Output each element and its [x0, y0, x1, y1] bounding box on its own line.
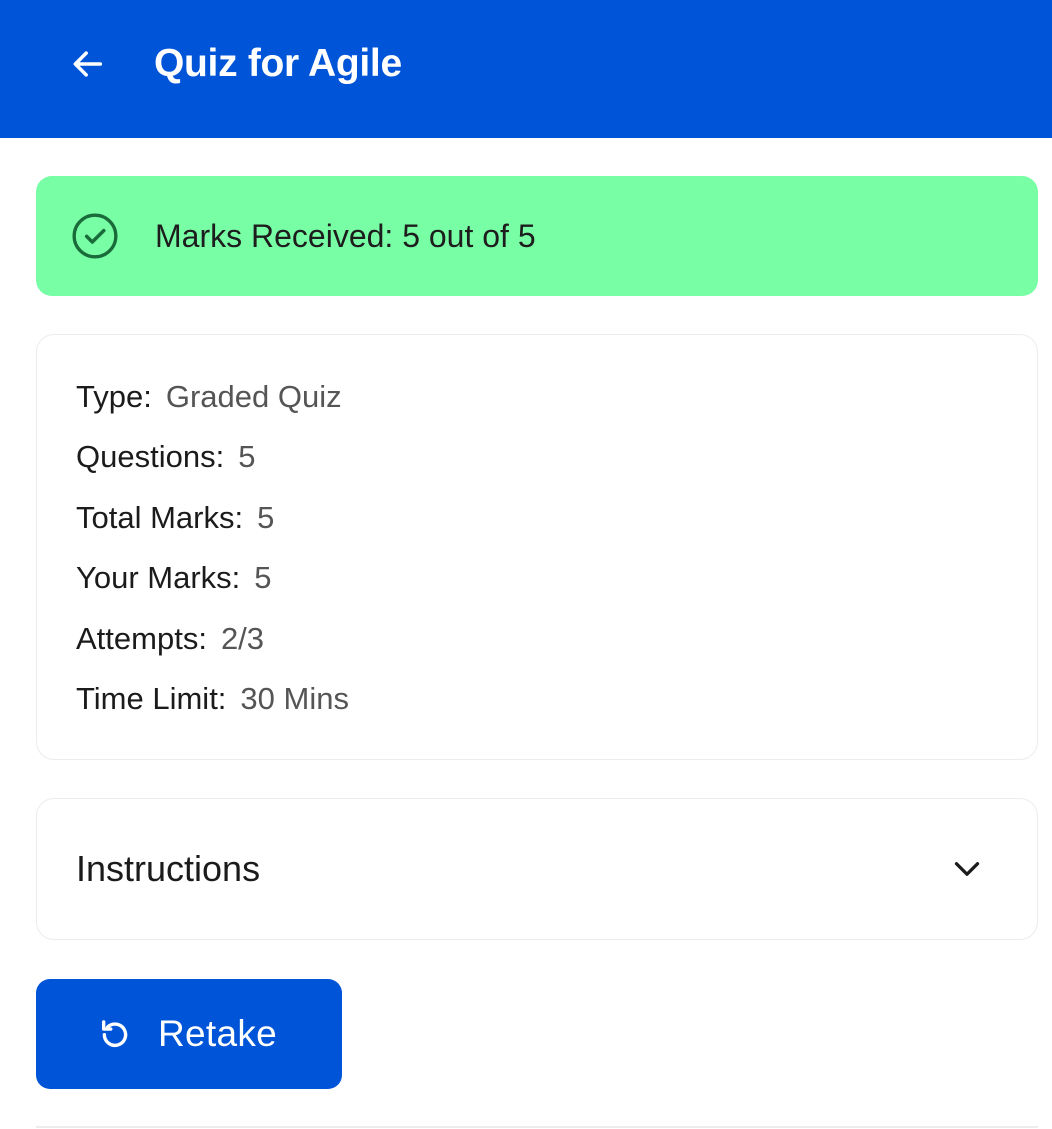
- detail-row-total-marks: Total Marks: 5: [76, 500, 1037, 560]
- detail-label: Attempts:: [76, 620, 207, 656]
- detail-value: 5: [254, 560, 272, 596]
- instructions-accordion[interactable]: Instructions: [36, 798, 1038, 940]
- detail-label: Questions:: [76, 439, 225, 475]
- detail-value: 30 Mins: [240, 680, 349, 716]
- detail-value: 5: [238, 439, 256, 475]
- retake-button[interactable]: Retake: [36, 979, 342, 1089]
- page-title: Quiz for Agile: [154, 42, 402, 85]
- detail-value: Graded Quiz: [165, 379, 342, 414]
- detail-row-your-marks: Your Marks: 5: [76, 560, 1037, 620]
- back-button[interactable]: [64, 41, 110, 87]
- detail-row-attempts: Attempts: 2/3: [76, 621, 1037, 681]
- detail-label: Type:: [76, 379, 152, 414]
- detail-row-time-limit: Time Limit: 30 Mins: [76, 681, 1037, 741]
- chevron-down-icon[interactable]: [949, 851, 985, 887]
- check-circle-icon: [72, 213, 118, 259]
- marks-received-banner: Marks Received: 5 out of 5: [36, 176, 1038, 296]
- quiz-details-card: Type: Graded Quiz Questions: 5 Total Marks…: [36, 334, 1038, 760]
- detail-label: Time Limit:: [76, 680, 227, 716]
- detail-value: 5: [257, 499, 275, 535]
- marks-received-text: Marks Received: 5 out of 5: [155, 217, 536, 254]
- detail-value: 2/3: [220, 620, 265, 656]
- instructions-label: Instructions: [76, 848, 261, 889]
- detail-label: Your Marks:: [76, 560, 241, 596]
- retake-icon: [101, 1020, 128, 1048]
- detail-label: Total Marks:: [76, 499, 244, 535]
- detail-row-type: Type: Graded Quiz: [76, 379, 1037, 439]
- detail-row-questions: Questions: 5: [76, 439, 1037, 499]
- app-bar: Quiz for Agile: [0, 0, 1052, 138]
- retake-label: Retake: [158, 1013, 278, 1054]
- divider: [36, 1126, 1038, 1128]
- arrow-left-icon: [73, 51, 103, 77]
